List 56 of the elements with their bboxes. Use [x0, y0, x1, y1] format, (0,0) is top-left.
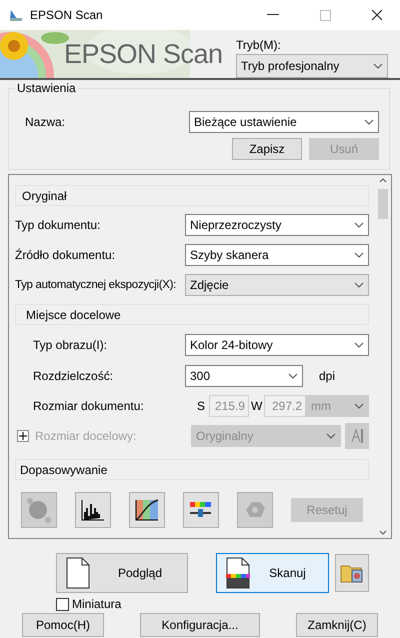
window-title: EPSON Scan — [30, 8, 104, 22]
field-label: Typ automatycznej ekspozycji(X): — [15, 279, 178, 291]
maximize-icon — [320, 10, 330, 20]
footer-button[interactable]: Zamknij(C) — [296, 613, 378, 637]
chevron-icon — [354, 222, 364, 228]
dropdown[interactable]: Kolor 24-bitowy — [185, 334, 369, 356]
tool-button[interactable] — [75, 492, 111, 528]
dropdown[interactable]: Nieprzezroczysty — [185, 214, 369, 236]
mode-label: Tryb(M): — [236, 38, 282, 52]
chevron-icon — [354, 342, 364, 348]
dropdown[interactable]: 300 — [185, 365, 303, 387]
document-icon — [65, 557, 91, 589]
field-label: Typ dokumentu: — [15, 218, 102, 232]
chevron-icon — [354, 282, 364, 288]
preview-button[interactable]: Podgląd — [56, 553, 188, 593]
chevron-icon — [326, 433, 336, 439]
tool-button[interactable] — [129, 492, 165, 528]
section-header: Oryginał — [15, 185, 369, 206]
chevron-icon — [373, 63, 383, 69]
font-icon — [350, 428, 364, 444]
section-header: Dopasowywanie — [15, 459, 369, 480]
field-label: Rozdzielczość: — [33, 369, 114, 383]
mode-dropdown[interactable]: Tryb profesjonalny — [236, 54, 388, 78]
unit-label: dpi — [319, 369, 336, 383]
scan-button[interactable]: Skanuj — [216, 553, 329, 593]
exposure-icon — [25, 496, 53, 524]
dropdown[interactable]: Bieżące ustawienie — [189, 111, 379, 133]
tone-curve-icon — [134, 498, 160, 522]
chevron-icon — [354, 403, 364, 409]
thumbnail-checkbox[interactable]: Miniatura — [56, 597, 400, 611]
folder-button[interactable] — [335, 554, 369, 592]
histogram-icon — [80, 498, 106, 522]
group-title: Ustawienia — [15, 81, 78, 95]
field-label: Źródło dokumentu: — [15, 248, 116, 262]
minimize-icon — [267, 14, 279, 16]
section-header: Miejsce docelowe — [15, 304, 369, 325]
chevron-icon — [354, 252, 364, 258]
dropdown[interactable]: Zdjęcie — [185, 274, 369, 296]
dropdown[interactable]: Szyby skanera — [185, 244, 369, 266]
field-label: Typ obrazu(I): — [33, 338, 108, 352]
footer-button[interactable]: Konfiguracja... — [140, 613, 260, 637]
chevron-icon — [288, 373, 298, 379]
width-label: S — [197, 399, 206, 413]
tool-button[interactable] — [183, 492, 219, 528]
close-icon — [371, 9, 383, 21]
field-label: Rozmiar dokumentu: — [33, 399, 145, 413]
height-label: W — [250, 399, 262, 413]
scroll-thumb[interactable] — [378, 189, 388, 219]
plus-icon — [19, 432, 27, 440]
footer-button[interactable]: Pomoc(H) — [22, 613, 104, 637]
logo-text: EPSON Scan — [64, 39, 223, 70]
field-label: Rozmiar docelowy: — [35, 429, 138, 443]
name-label: Nazwa: — [25, 115, 66, 129]
chevron-icon — [364, 119, 374, 125]
scan-document-icon — [225, 557, 251, 589]
save-button[interactable]: Zapisz — [232, 138, 302, 160]
